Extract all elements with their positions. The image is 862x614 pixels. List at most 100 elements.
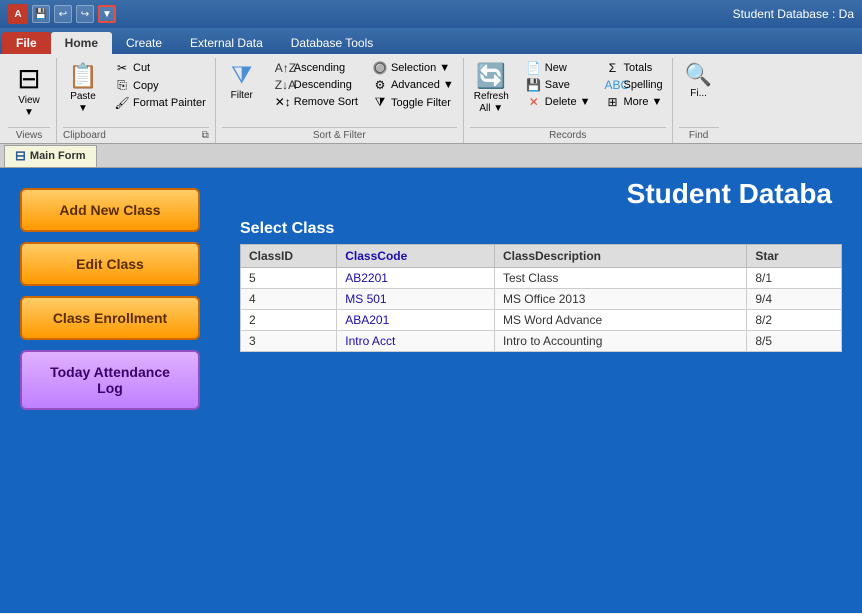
delete-button[interactable]: ✕ Delete ▼	[523, 94, 594, 110]
copy-button[interactable]: ⎘ Copy	[111, 77, 209, 94]
table-row[interactable]: 2ABA201MS Word Advance8/2	[241, 310, 842, 331]
find-label-group: Find	[679, 127, 719, 143]
clipboard-label: Clipboard ⧉	[63, 127, 209, 143]
cell-classdescription: Test Class	[494, 268, 746, 289]
filter-label: Filter	[231, 90, 253, 102]
ribbon-tabs: File Home Create External Data Database …	[0, 28, 862, 54]
cut-icon: ✂	[114, 61, 130, 75]
toggle-filter-button[interactable]: ⧩ Toggle Filter	[369, 94, 457, 111]
totals-icon: Σ	[604, 61, 620, 75]
selection-label: Selection ▼	[391, 62, 450, 74]
descending-icon: Z↓A	[275, 78, 291, 92]
quick-access-toolbar: 💾 ↩ ↪ ▼	[32, 5, 116, 23]
tab-database-tools[interactable]: Database Tools	[277, 32, 388, 54]
filter-button[interactable]: ⧩ Filter	[222, 60, 262, 104]
save-label: Save	[545, 79, 570, 91]
cell-classcode: AB2201	[337, 268, 495, 289]
sort-filter-label: Sort & Filter	[222, 127, 457, 143]
cell-classid: 2	[241, 310, 337, 331]
filter-small-btns: 🔘 Selection ▼ ⚙ Advanced ▼ ⧩ Toggle Filt…	[369, 60, 457, 111]
cell-start: 8/5	[747, 331, 842, 352]
app-icon: A	[8, 4, 28, 24]
advanced-label: Advanced	[391, 79, 440, 91]
view-button[interactable]: ⊟ View▼	[9, 60, 49, 121]
today-attendance-log-button[interactable]: Today Attendance Log	[20, 350, 200, 410]
clipboard-label-text: Clipboard	[63, 130, 106, 141]
content-area: Student Databa Select Class ClassID Clas…	[220, 168, 862, 613]
tab-create[interactable]: Create	[112, 32, 176, 54]
col-classid: ClassID	[241, 245, 337, 268]
ascending-button[interactable]: A↑Z Ascending	[272, 60, 361, 76]
more-label: More	[623, 96, 648, 108]
cut-button[interactable]: ✂ Cut	[111, 60, 209, 76]
view-label: View▼	[18, 95, 40, 119]
views-label: Views	[8, 127, 50, 143]
qa-undo-btn[interactable]: ↩	[54, 5, 72, 23]
table-row[interactable]: 5AB2201Test Class8/1	[241, 268, 842, 289]
sidebar: Add New Class Edit Class Class Enrollmen…	[0, 168, 220, 613]
more-icon: ⊞	[604, 95, 620, 109]
qa-dropdown-btn[interactable]: ▼	[98, 5, 116, 23]
qa-redo-btn[interactable]: ↪	[76, 5, 94, 23]
toggle-filter-label: Toggle Filter	[391, 97, 451, 109]
format-painter-icon: 🖌	[114, 96, 130, 110]
selection-button[interactable]: 🔘 Selection ▼	[369, 60, 457, 76]
title-bar: A 💾 ↩ ↪ ▼ Student Database : Da	[0, 0, 862, 28]
tab-file[interactable]: File	[2, 32, 51, 54]
class-enrollment-button[interactable]: Class Enrollment	[20, 296, 200, 340]
select-class-label: Select Class	[240, 220, 842, 238]
sort-filter-content: ⧩ Filter A↑Z Ascending Z↓A Descending ✕↕…	[222, 58, 457, 127]
tab-home[interactable]: Home	[51, 32, 112, 54]
remove-sort-button[interactable]: ✕↕ Remove Sort	[272, 94, 361, 110]
copy-icon: ⎘	[114, 78, 130, 93]
save-icon: 💾	[526, 78, 542, 92]
clipboard-expand-icon[interactable]: ⧉	[202, 130, 209, 141]
main-form-tab[interactable]: ⊟ Main Form	[4, 145, 97, 167]
totals-button[interactable]: Σ Totals	[601, 60, 665, 76]
format-painter-button[interactable]: 🖌 Format Painter	[111, 95, 209, 111]
clipboard-small-btns: ✂ Cut ⎘ Copy 🖌 Format Painter	[111, 60, 209, 111]
page-title: Student Databa	[240, 178, 842, 210]
table-row[interactable]: 3Intro AcctIntro to Accounting8/5	[241, 331, 842, 352]
descending-button[interactable]: Z↓A Descending	[272, 77, 361, 93]
cell-classid: 4	[241, 289, 337, 310]
records-content: 🔄 RefreshAll ▼ 📄 New 💾 Save ✕ Delete ▼	[470, 58, 666, 127]
delete-label: Delete	[545, 96, 577, 108]
find-content: 🔍 Fi...	[679, 58, 719, 127]
views-content: ⊟ View▼	[9, 58, 49, 127]
spelling-button[interactable]: ABC Spelling	[601, 77, 665, 93]
edit-class-button[interactable]: Edit Class	[20, 242, 200, 286]
delete-icon: ✕	[526, 95, 542, 109]
save-button[interactable]: 💾 Save	[523, 77, 594, 93]
col-start: Star	[747, 245, 842, 268]
form-tab-label: Main Form	[30, 150, 86, 162]
records-label: Records	[470, 127, 666, 143]
selection-icon: 🔘	[372, 61, 388, 75]
view-icon: ⊟	[17, 62, 40, 95]
table-row[interactable]: 4MS 501MS Office 20139/4	[241, 289, 842, 310]
copy-label: Copy	[133, 80, 159, 92]
format-painter-label: Format Painter	[133, 97, 206, 109]
new-label: New	[545, 62, 567, 74]
paste-icon: 📋	[68, 62, 98, 91]
ribbon-group-clipboard: 📋 Paste▼ ✂ Cut ⎘ Copy 🖌 Format Painter	[57, 58, 216, 143]
new-icon: 📄	[526, 61, 542, 75]
paste-button[interactable]: 📋 Paste▼	[63, 60, 103, 117]
cell-start: 8/1	[747, 268, 842, 289]
remove-sort-label: Remove Sort	[294, 96, 358, 108]
more-button[interactable]: ⊞ More ▼	[601, 94, 665, 110]
tab-external-data[interactable]: External Data	[176, 32, 277, 54]
new-button[interactable]: 📄 New	[523, 60, 594, 76]
advanced-button[interactable]: ⚙ Advanced ▼	[369, 77, 457, 93]
add-new-class-button[interactable]: Add New Class	[20, 188, 200, 232]
filter-icon: ⧩	[231, 62, 252, 90]
records-small-btns: 📄 New 💾 Save ✕ Delete ▼	[523, 60, 594, 110]
spelling-icon: ABC	[604, 78, 620, 92]
refresh-all-button[interactable]: 🔄 RefreshAll ▼	[470, 60, 513, 117]
col-classcode: ClassCode	[337, 245, 495, 268]
cut-label: Cut	[133, 62, 150, 74]
qa-save-btn[interactable]: 💾	[32, 5, 50, 23]
cell-classid: 3	[241, 331, 337, 352]
ascending-label: Ascending	[294, 62, 345, 74]
find-button[interactable]: 🔍 Fi...	[679, 60, 719, 102]
